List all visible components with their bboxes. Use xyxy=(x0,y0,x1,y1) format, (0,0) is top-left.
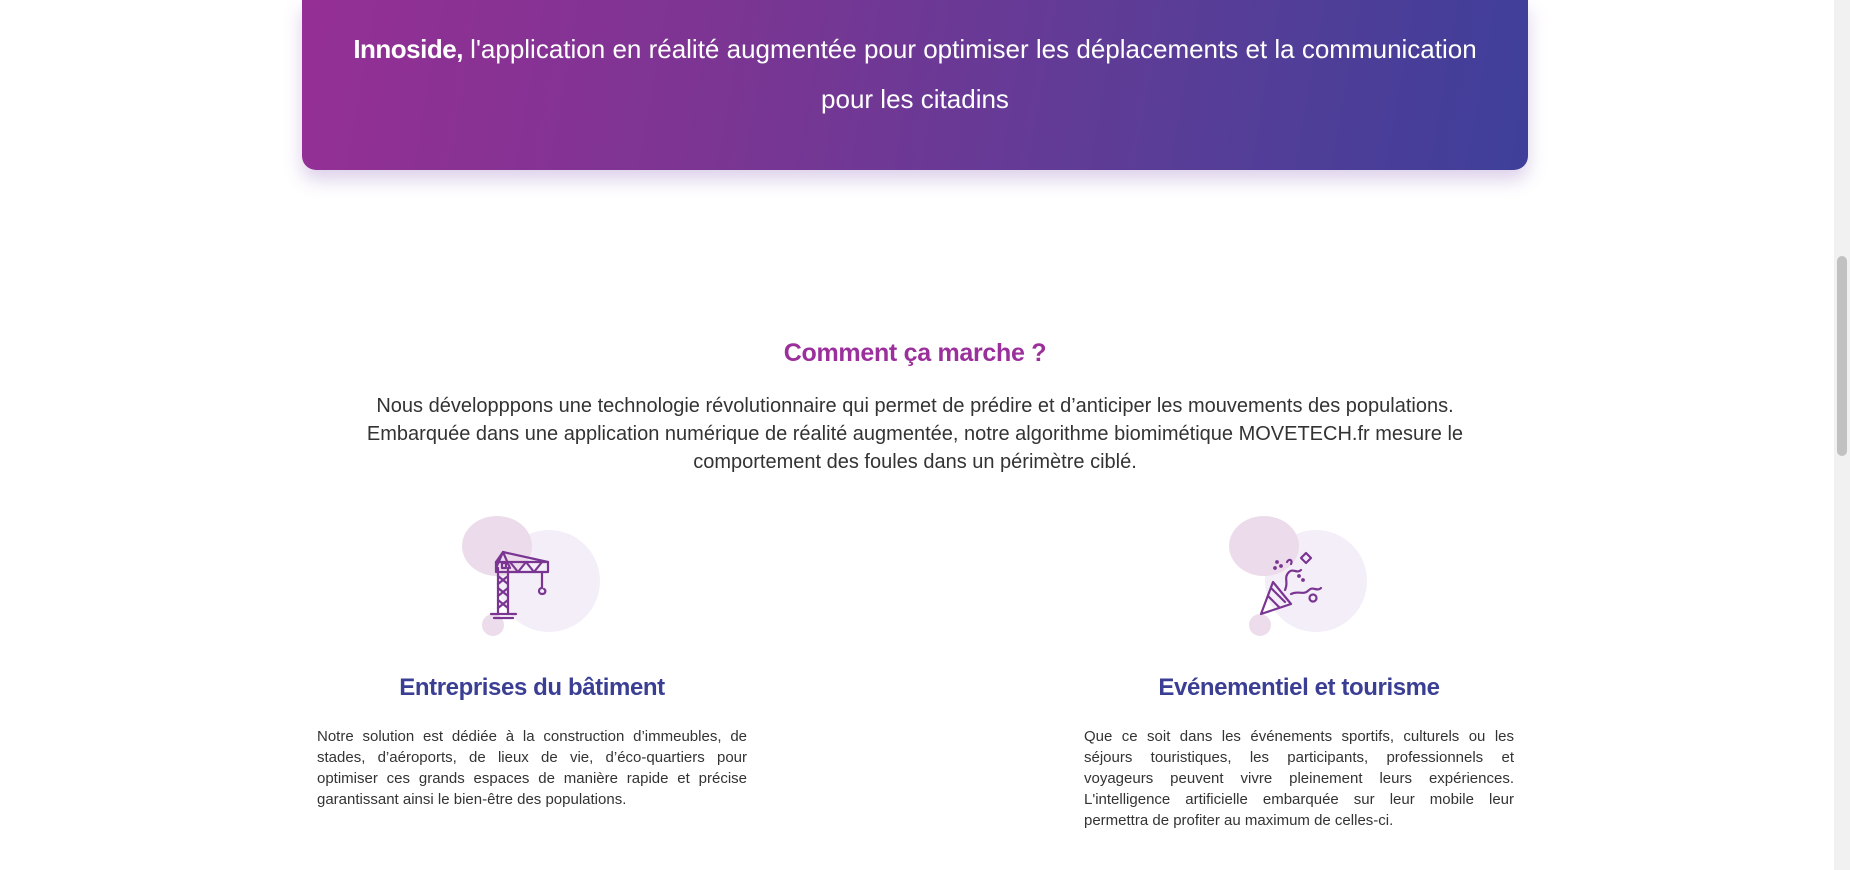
section-title: Comment ça marche ? xyxy=(783,338,1047,367)
card-text-construction: Notre solution est dédiée à la construct… xyxy=(317,728,747,808)
brand-name: Innoside, xyxy=(353,34,463,64)
crane-icon xyxy=(489,550,550,620)
banner-description: l'application en réalité augmentée pour … xyxy=(462,34,1477,114)
card-title-construction: Entreprises du bâtiment xyxy=(399,674,665,701)
card-construction: Entreprises du bâtiment Notre solution e… xyxy=(317,510,747,810)
crane-icon-wrap xyxy=(462,510,602,640)
hero-banner: Innoside, l'application en réalité augme… xyxy=(302,0,1528,170)
party-popper-icon-wrap xyxy=(1229,510,1369,640)
banner-tagline: Innoside, l'application en réalité augme… xyxy=(342,24,1488,124)
card-text-events: Que ce soit dans les événements sportifs… xyxy=(1084,728,1514,829)
scrollbar-thumb[interactable] xyxy=(1837,256,1847,456)
card-events: Evénementiel et tourisme Que ce soit dan… xyxy=(1084,510,1514,831)
card-title-events: Evénementiel et tourisme xyxy=(1158,674,1440,701)
page-scrollbar[interactable] xyxy=(1834,0,1850,870)
party-popper-icon xyxy=(1259,551,1323,616)
section-intro: Nous développpons une technologie révolu… xyxy=(366,395,1464,473)
